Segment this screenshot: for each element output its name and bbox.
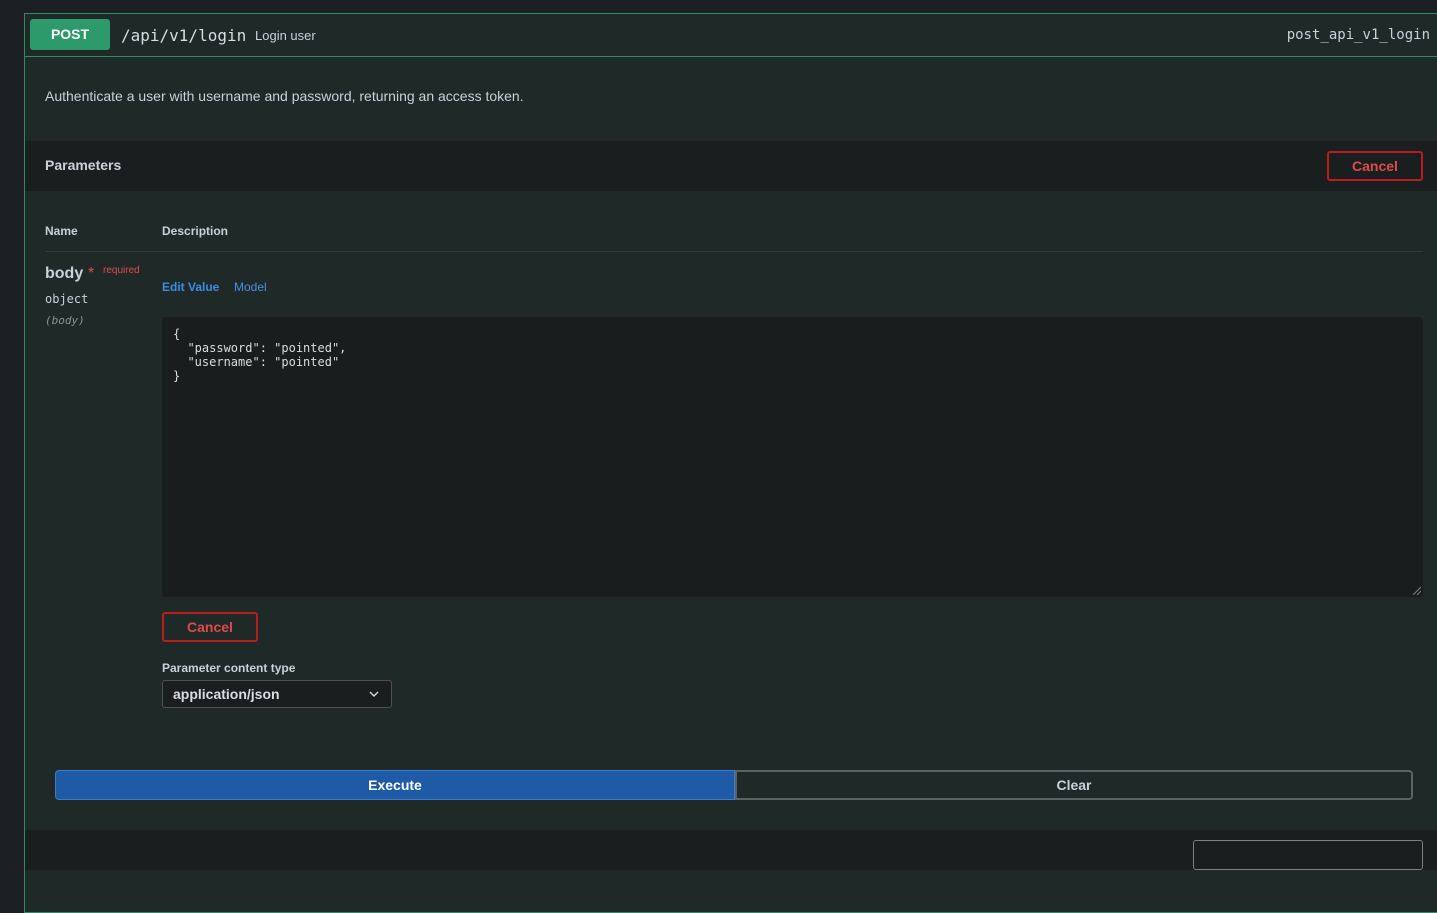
method-badge[interactable]: POST bbox=[30, 19, 110, 50]
required-star: * bbox=[88, 265, 95, 282]
responses-header bbox=[25, 830, 1437, 870]
clear-button[interactable]: Clear bbox=[735, 770, 1413, 800]
parameters-title: Parameters bbox=[45, 157, 122, 173]
chevron-down-icon bbox=[369, 691, 379, 697]
response-content-type-select[interactable] bbox=[1193, 840, 1423, 870]
endpoint-path[interactable]: /api/v1/login bbox=[121, 26, 246, 45]
body-cancel-button[interactable]: Cancel bbox=[162, 612, 258, 642]
parameters-header: Parameters Cancel bbox=[25, 141, 1437, 191]
body-editor[interactable] bbox=[162, 317, 1423, 597]
content-type-value: application/json bbox=[173, 686, 280, 702]
endpoint-description: Authenticate a user with username and pa… bbox=[45, 88, 524, 104]
column-header-name: Name bbox=[45, 224, 78, 238]
table-divider bbox=[45, 251, 1423, 252]
required-label: required bbox=[103, 265, 140, 276]
param-name: body bbox=[45, 265, 84, 282]
param-type: object bbox=[45, 292, 89, 306]
execute-button[interactable]: Execute bbox=[55, 770, 735, 800]
tab-model[interactable]: Model bbox=[234, 280, 267, 294]
try-out-cancel-button[interactable]: Cancel bbox=[1327, 151, 1423, 181]
content-type-label: Parameter content type bbox=[162, 661, 296, 675]
column-header-description: Description bbox=[162, 224, 229, 238]
opblock-summary[interactable]: POST /api/v1/login Login user post_api_v… bbox=[25, 14, 1437, 57]
param-location: (body) bbox=[45, 314, 85, 327]
operation-id: post_api_v1_login bbox=[1286, 27, 1430, 43]
tab-edit-value[interactable]: Edit Value bbox=[162, 280, 219, 294]
resize-grip-icon[interactable] bbox=[1411, 585, 1421, 595]
endpoint-summary: Login user bbox=[255, 28, 316, 43]
opblock-post-login: POST /api/v1/login Login user post_api_v… bbox=[24, 13, 1437, 913]
content-type-select[interactable]: application/json bbox=[162, 680, 392, 708]
